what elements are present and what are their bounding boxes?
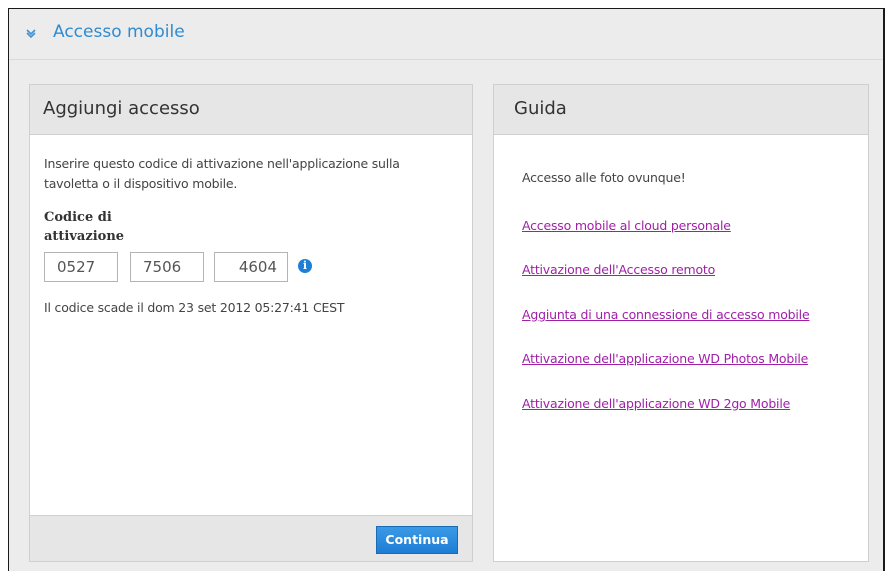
- chevron-down-icon[interactable]: [25, 27, 37, 39]
- instructions-text: Inserire questo codice di attivazione ne…: [44, 156, 400, 191]
- section-title[interactable]: Accesso mobile: [53, 22, 185, 42]
- section-header[interactable]: Accesso mobile: [9, 9, 883, 60]
- guide-link-accesso-remoto[interactable]: Attivazione dell'Accesso remoto: [522, 262, 715, 277]
- guide-intro-text: Accesso alle foto ovunque!: [522, 170, 686, 185]
- guide-link-wd-photos[interactable]: Attivazione dell'applicazione WD Photos …: [522, 351, 808, 366]
- continue-button[interactable]: Continua: [376, 526, 458, 554]
- add-access-panel: Aggiungi accesso Inserire questo codice …: [29, 84, 473, 562]
- code-expiry-text: Il codice scade il dom 23 set 2012 05:27…: [44, 300, 345, 315]
- guide-title: Guida: [514, 98, 567, 119]
- accesso-mobile-section: Accesso mobile Aggiungi accesso Inserire…: [8, 8, 885, 571]
- add-access-title: Aggiungi accesso: [43, 98, 200, 119]
- activation-code-label: Codice di attivazione: [44, 210, 125, 244]
- activation-code-part-1: 0527: [44, 252, 118, 282]
- add-access-panel-header: Aggiungi accesso: [30, 85, 472, 135]
- guide-panel-header: Guida: [494, 85, 868, 135]
- guide-panel: Guida Accesso alle foto ovunque! Accesso…: [493, 84, 869, 562]
- guide-link-wd-2go[interactable]: Attivazione dell'applicazione WD 2go Mob…: [522, 396, 790, 411]
- activation-code-part-3: 4604: [214, 252, 288, 282]
- guide-link-connessione-mobile[interactable]: Aggiunta di una connessione di accesso m…: [522, 307, 810, 322]
- guide-link-cloud-personale[interactable]: Accesso mobile al cloud personale: [522, 218, 731, 233]
- info-icon[interactable]: i: [298, 259, 312, 273]
- activation-code-part-2: 7506: [130, 252, 204, 282]
- add-access-panel-footer: Continua: [30, 515, 472, 561]
